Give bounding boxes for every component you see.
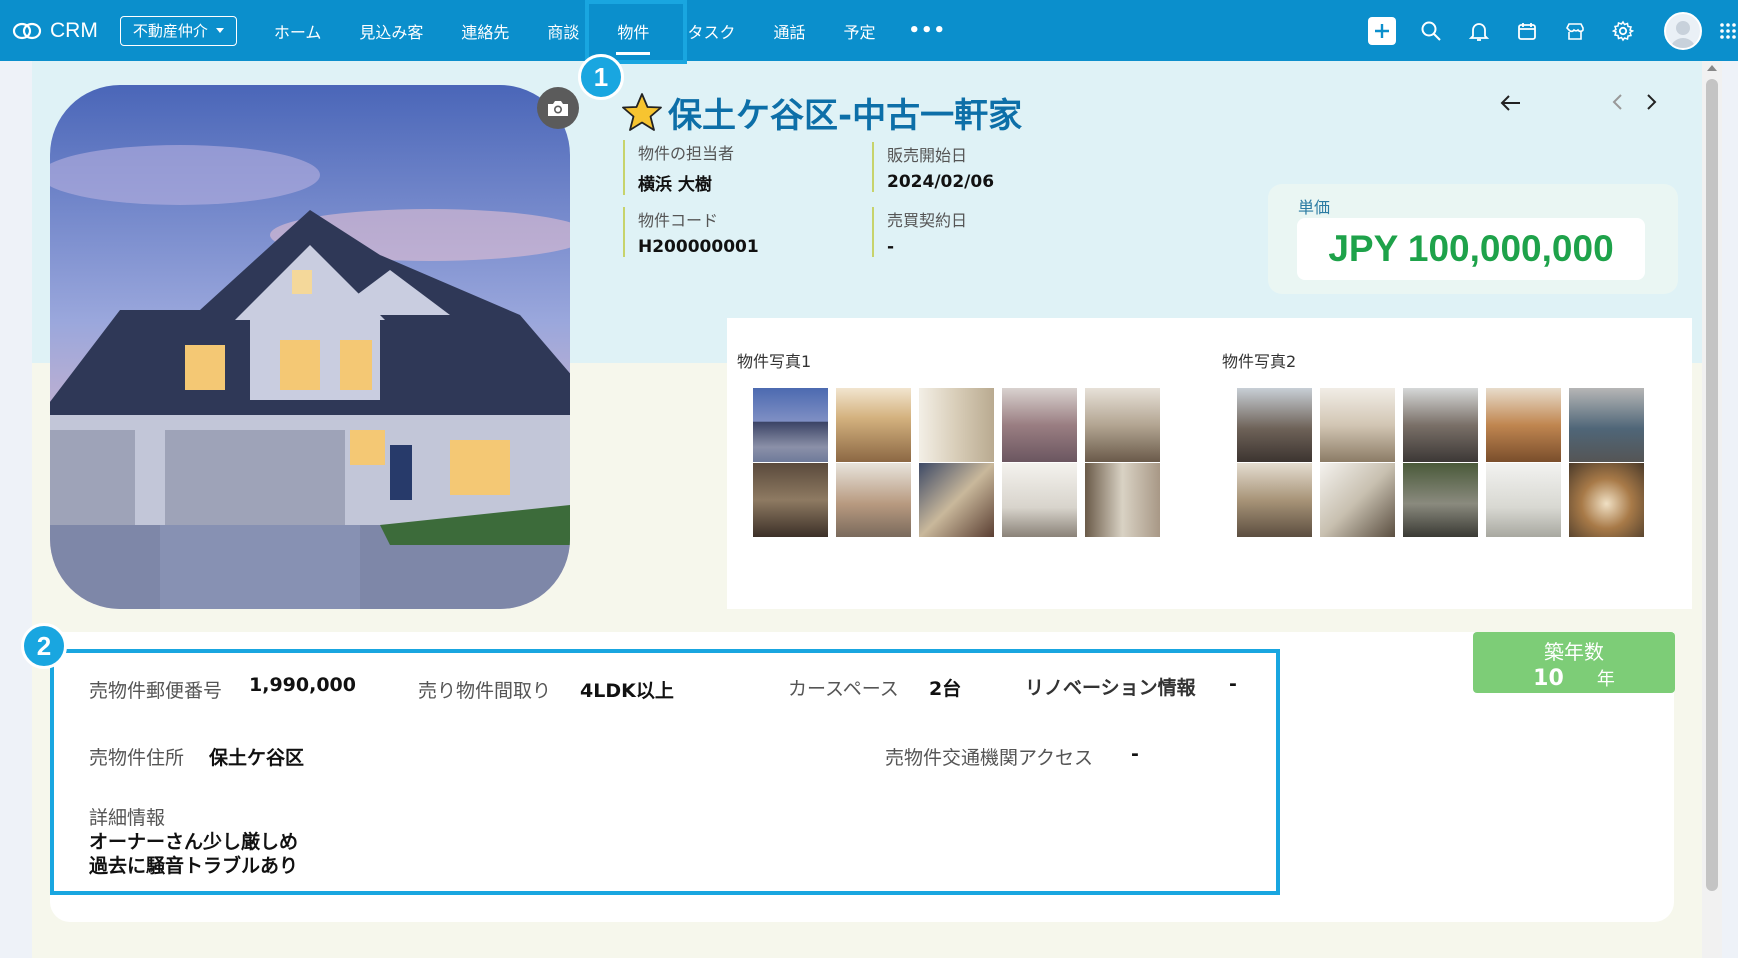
page-scrollbar[interactable] [1702,61,1722,958]
building-age-value: 10 [1533,666,1564,691]
building-age-label: 築年数 [1544,640,1604,664]
add-button[interactable] [1368,16,1396,45]
property-photo-thumbnail[interactable] [1237,463,1312,537]
nav-item-leads[interactable]: 見込み客 [340,0,442,61]
change-photo-button[interactable] [537,87,579,129]
property-photo-thumbnail[interactable] [1403,463,1478,537]
store-icon [1566,22,1584,40]
photo-group-1-label: 物件写真1 [737,352,812,371]
property-photo-thumbnail[interactable] [1486,463,1561,537]
field-value[interactable]: 2024/02/06 [887,172,994,192]
field-value[interactable]: H200000001 [638,237,759,257]
nav-item-contacts[interactable]: 連絡先 [442,0,528,61]
chevron-right-icon [1647,94,1657,110]
plus-icon [1375,23,1389,38]
property-photo-thumbnail[interactable] [753,463,828,537]
field-value[interactable]: 横浜 大樹 [638,170,734,195]
chevron-down-icon [215,28,224,33]
scroll-thumb[interactable] [1706,79,1718,891]
property-photo-thumbnail[interactable] [1237,388,1312,462]
property-photo-thumbnail[interactable] [836,463,911,537]
arrow-left-icon [1500,95,1520,111]
field-owner: 物件の担当者 横浜 大樹 [623,140,734,195]
callout-box-2 [50,649,1280,895]
scroll-up-icon[interactable] [1707,65,1717,71]
property-photo-thumbnail[interactable] [1569,463,1644,537]
field-label: 販売開始日 [887,146,968,165]
building-age-badge: 築年数 10 年 [1473,632,1675,693]
property-photo-thumbnail[interactable] [1486,388,1561,462]
search-icon [1421,21,1441,41]
property-main-photo[interactable] [50,85,570,609]
callout-badge-2: 2 [21,623,67,669]
field-sale-start-date: 販売開始日 2024/02/06 [872,142,994,192]
org-name: 不動産仲介 [132,22,208,40]
property-photo-thumbnail[interactable] [1569,388,1644,462]
field-property-code: 物件コード H200000001 [623,207,759,257]
star-icon[interactable] [620,92,664,134]
previous-record-button[interactable] [1611,92,1625,116]
top-nav-bar: CRM 不動産仲介 ホーム 見込み客 連絡先 商談 物件 タスク 通話 予定 •… [0,0,1738,61]
property-photo-thumbnail[interactable] [1403,388,1478,462]
nav-item-calls[interactable]: 通話 [754,0,824,61]
nav-item-events[interactable]: 予定 [824,0,894,61]
field-label: 売買契約日 [887,211,968,230]
field-value[interactable]: - [887,237,967,257]
app-name: CRM [50,18,98,42]
field-label: 物件の担当者 [638,144,735,163]
apps-button[interactable] [1718,18,1738,44]
photo-group-2-label: 物件写真2 [1222,352,1297,371]
property-photo-thumbnail[interactable] [1320,463,1395,537]
field-contract-date: 売買契約日 - [872,207,967,257]
settings-button[interactable] [1610,18,1636,44]
calendar-button[interactable] [1514,18,1540,44]
property-photo-thumbnail[interactable] [1320,388,1395,462]
crm-logo-icon [12,22,42,39]
camera-icon [548,101,568,116]
search-button[interactable] [1418,18,1444,44]
price-label: 単価 [1298,198,1331,217]
chevron-left-icon [1612,94,1622,110]
marketplace-button[interactable] [1562,18,1588,44]
nav-more-button[interactable]: ••• [894,20,960,41]
record-header: 保土ケ谷区-中古一軒家 [620,88,1022,137]
notifications-button[interactable] [1466,18,1492,44]
field-label: 物件コード [638,211,719,230]
bell-icon [1468,22,1490,41]
calendar-icon [1518,22,1536,40]
nav-item-home[interactable]: ホーム [255,0,341,61]
property-photo-thumbnail[interactable] [1002,463,1077,537]
org-selector[interactable]: 不動産仲介 [119,15,237,46]
next-record-button[interactable] [1644,92,1658,116]
price-value-box: JPY 100,000,000 [1297,218,1645,280]
property-photo-thumbnail[interactable] [1085,463,1160,537]
record-title: 保土ケ谷区-中古一軒家 [668,96,1023,136]
gear-icon [1612,20,1634,41]
brand[interactable]: CRM [12,19,98,43]
property-photo-thumbnail[interactable] [836,388,911,462]
property-photo-thumbnail[interactable] [919,463,994,537]
property-photo-thumbnail[interactable] [1002,388,1077,462]
unit-price-card: 単価 JPY 100,000,000 [1268,184,1678,294]
property-photo-thumbnail[interactable] [919,388,994,462]
property-photo-thumbnail[interactable] [1085,388,1160,462]
grid-icon [1720,22,1736,39]
property-photo-thumbnail[interactable] [753,388,828,462]
price-value: JPY 100,000,000 [1328,228,1614,269]
building-age-unit: 年 [1596,669,1615,690]
back-button[interactable] [1500,94,1522,116]
header-actions [1368,0,1738,61]
callout-badge-1: 1 [578,54,624,100]
user-avatar[interactable] [1664,11,1702,50]
